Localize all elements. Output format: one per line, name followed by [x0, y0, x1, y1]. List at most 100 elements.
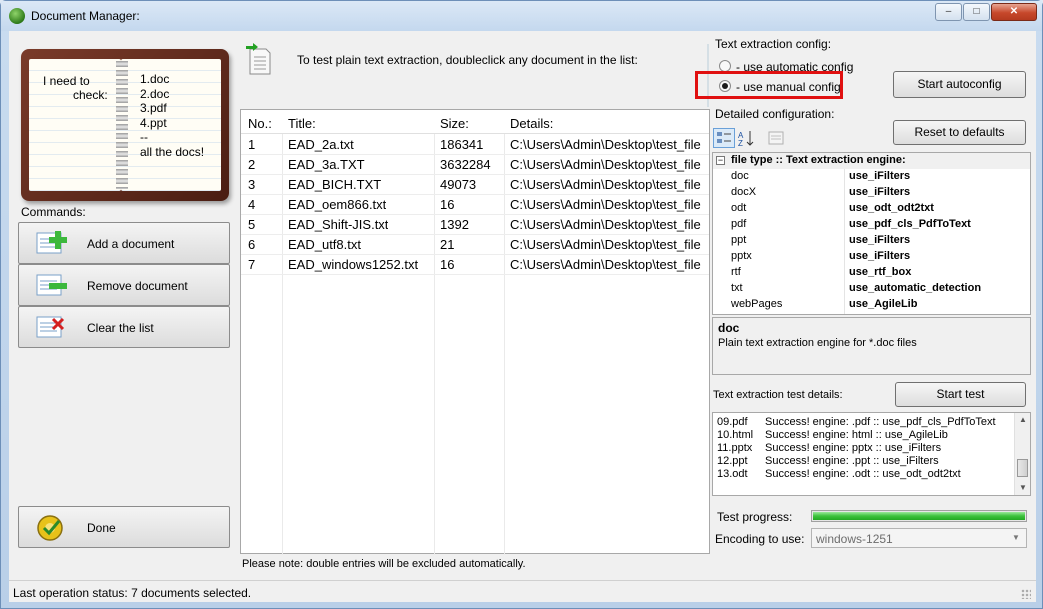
row-title: EAD_windows1252.txt [288, 257, 419, 272]
table-row[interactable]: 6 EAD_utf8.txt 21 C:\Users\Admin\Desktop\te… [241, 235, 709, 255]
row-title: EAD_BICH.TXT [288, 177, 382, 192]
test-progress-bar [811, 510, 1027, 522]
row-divider [241, 174, 709, 175]
clear-list-button[interactable]: Clear the list [18, 306, 230, 348]
row-details: C:\Users\Admin\Desktop\test_file [510, 177, 701, 192]
table-row[interactable]: 7 EAD_windows1252.txt 16 C:\Users\Admin\Des… [241, 255, 709, 275]
row-no: 5 [248, 217, 256, 232]
property-pages-icon[interactable] [767, 128, 785, 148]
log-file: 12.ppt [717, 455, 748, 467]
config-group-label: Text extraction config: [715, 37, 832, 51]
remove-document-button[interactable]: Remove document [18, 264, 230, 306]
column-header-title[interactable]: Title: [288, 116, 316, 131]
svg-text:Z: Z [738, 139, 743, 148]
categorized-icon[interactable] [713, 128, 735, 148]
column-header-details[interactable]: Details: [510, 116, 553, 131]
property-grid[interactable]: − file type :: Text extraction engine: d… [712, 152, 1031, 315]
table-row[interactable]: 4 EAD_oem866.txt 16 C:\Users\Admin\Desktop\… [241, 195, 709, 215]
property-row[interactable]: pptx use_iFilters [713, 249, 1030, 265]
property-value: use_odt_odt2txt [849, 202, 934, 214]
log-message: Success! engine: .ppt :: use_iFilters [765, 455, 939, 467]
row-divider [241, 194, 709, 195]
collapse-icon[interactable]: − [716, 156, 725, 165]
encoding-select[interactable]: windows-1251 ▼ [811, 528, 1027, 548]
log-file: 09.pdf [717, 416, 748, 428]
table-row[interactable]: 5 EAD_Shift-JIS.txt 1392 C:\Users\Admin\Des… [241, 215, 709, 235]
property-row[interactable]: rtf use_rtf_box [713, 265, 1030, 281]
scroll-down-icon[interactable]: ▼ [1019, 483, 1027, 492]
row-no: 4 [248, 197, 256, 212]
row-divider [241, 234, 709, 235]
property-value: use_iFilters [849, 170, 911, 182]
property-row[interactable]: txt use_automatic_detection [713, 281, 1030, 297]
property-key: txt [731, 282, 743, 294]
log-message: Success! engine: .odt :: use_odt_odt2txt [765, 468, 961, 480]
property-key: rtf [731, 266, 741, 278]
scroll-thumb[interactable] [1017, 459, 1028, 477]
maximize-button[interactable]: □ [963, 3, 990, 21]
manual-config-label[interactable]: - use manual config [736, 80, 841, 94]
test-progress-fill [813, 512, 1025, 520]
start-autoconfig-button[interactable]: Start autoconfig [893, 71, 1026, 98]
minimize-button[interactable]: – [935, 3, 962, 21]
property-key: ppt [731, 234, 747, 246]
property-row[interactable]: webPages use_AgileLib [713, 297, 1030, 313]
hint-text: To test plain text extraction, doublecli… [297, 53, 638, 67]
row-size: 49073 [440, 177, 477, 192]
property-row[interactable]: doc use_iFilters [713, 169, 1030, 185]
start-test-button[interactable]: Start test [895, 382, 1026, 407]
notebook-left-line-1: I need to [43, 74, 90, 88]
scroll-up-icon[interactable]: ▲ [1019, 415, 1027, 424]
status-text: Last operation status: 7 documents selec… [13, 586, 252, 600]
reset-defaults-button[interactable]: Reset to defaults [893, 120, 1026, 145]
radio-manual-config[interactable] [719, 80, 731, 92]
notebook-right-line: 4.ppt [140, 115, 167, 130]
property-row[interactable]: pdf use_pdf_cls_PdfToText [713, 217, 1030, 233]
add-document-button[interactable]: Add a document [18, 222, 230, 264]
column-header-no[interactable]: No.: [248, 116, 272, 131]
row-details: C:\Users\Admin\Desktop\test_file [510, 197, 701, 212]
notebook-right-line: -- [140, 130, 148, 144]
property-row[interactable]: odt use_odt_odt2txt [713, 201, 1030, 217]
resize-grip-icon[interactable] [1021, 589, 1031, 599]
duplicates-note: Please note: double entries will be excl… [242, 558, 526, 570]
remove-document-label: Remove document [87, 279, 188, 293]
chevron-down-icon[interactable]: ▼ [1012, 533, 1020, 542]
row-divider [241, 154, 709, 155]
document-list[interactable]: No.: Title: Size: Details: 1 EAD_2a.txt 18… [240, 109, 710, 555]
done-gear-icon [35, 513, 69, 541]
property-value: use_iFilters [849, 186, 911, 198]
log-message: Success! engine: html :: use_AgileLib [765, 429, 948, 441]
list-header: No.: Title: Size: Details: [241, 110, 709, 134]
row-no: 6 [248, 237, 256, 252]
log-scrollbar[interactable]: ▲ ▼ [1014, 413, 1030, 495]
document-arrow-icon [246, 43, 272, 75]
table-row[interactable]: 1 EAD_2a.txt 186341 C:\Users\Admin\Desktop\… [241, 135, 709, 155]
add-document-label: Add a document [87, 237, 175, 251]
clear-list-icon [35, 313, 69, 341]
table-row[interactable]: 3 EAD_BICH.TXT 49073 C:\Users\Admin\Desktop… [241, 175, 709, 195]
property-value: use_iFilters [849, 234, 911, 246]
column-header-size[interactable]: Size: [440, 116, 469, 131]
property-description: doc Plain text extraction engine for *.d… [712, 317, 1031, 375]
done-button[interactable]: Done [18, 506, 230, 548]
test-log[interactable]: 09.pdf Success! engine: .pdf :: use_pdf_c… [712, 412, 1031, 496]
add-document-icon [35, 229, 69, 257]
app-window: Document Manager: – □ ✕ I need to check:… [0, 0, 1043, 609]
property-row[interactable]: ppt use_iFilters [713, 233, 1030, 249]
row-divider [241, 274, 709, 275]
property-row[interactable]: docX use_iFilters [713, 185, 1030, 201]
property-category-label: file type :: Text extraction engine: [731, 154, 906, 166]
notebook-right-line: 3.pdf [140, 101, 167, 115]
property-category[interactable]: − file type :: Text extraction engine: [713, 153, 1030, 169]
detailed-config-label: Detailed configuration: [715, 107, 835, 121]
property-key: pptx [731, 250, 752, 262]
property-value: use_automatic_detection [849, 282, 982, 294]
row-title: EAD_2a.txt [288, 137, 354, 152]
close-button[interactable]: ✕ [991, 3, 1037, 21]
app-icon [9, 8, 25, 24]
table-row[interactable]: 2 EAD_3a.TXT 3632284 C:\Users\Admin\Desktop… [241, 155, 709, 175]
sort-alpha-icon[interactable]: AZ [737, 128, 757, 148]
notebook-right-line: all the docs! [140, 144, 205, 159]
done-label: Done [87, 521, 116, 535]
